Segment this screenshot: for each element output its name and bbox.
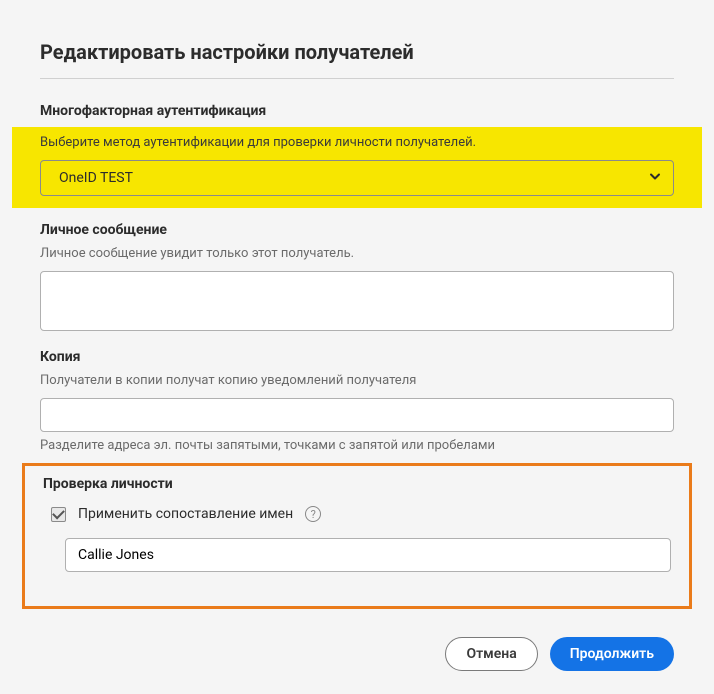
personal-message-section: Личное сообщение Личное сообщение увидит… [40,222,674,335]
dialog-footer: Отмена Продолжить [40,637,674,671]
auth-method-select[interactable]: OneID TEST [40,160,674,196]
cc-helper: Получатели в копии получат копию уведомл… [40,373,674,388]
identity-verification-section: Проверка личности Применить сопоставлени… [22,463,692,609]
recipient-settings-panel: Редактировать настройки получателей Мног… [0,0,714,691]
mfa-label: Многофакторная аутентификация [40,103,674,119]
cc-input[interactable] [40,398,674,432]
mfa-section: Многофакторная аутентификация Выберите м… [40,103,674,208]
cc-section: Копия Получатели в копии получат копию у… [40,349,674,453]
cc-label: Копия [40,349,674,365]
help-icon[interactable]: ? [305,506,321,522]
name-matching-checkbox[interactable] [51,507,66,522]
message-helper: Личное сообщение увидит только этот полу… [40,246,674,261]
name-input-wrap [43,538,671,572]
cancel-button[interactable]: Отмена [445,637,537,671]
mfa-helper: Выберите метод аутентификации для провер… [40,135,674,150]
recipient-name-input[interactable] [65,538,671,572]
cc-helper-below: Разделите адреса эл. почты запятыми, точ… [40,438,674,453]
mfa-highlight: Выберите метод аутентификации для провер… [12,127,702,208]
identity-label: Проверка личности [43,476,671,492]
auth-method-selected: OneID TEST [59,170,133,186]
personal-message-input[interactable] [40,271,674,331]
page-title: Редактировать настройки получателей [40,40,674,79]
continue-button[interactable]: Продолжить [550,637,674,671]
name-matching-label: Применить сопоставление имен [78,506,293,522]
auth-method-select-wrap: OneID TEST [40,160,674,196]
message-label: Личное сообщение [40,222,674,238]
name-matching-row: Применить сопоставление имен ? [43,506,671,522]
